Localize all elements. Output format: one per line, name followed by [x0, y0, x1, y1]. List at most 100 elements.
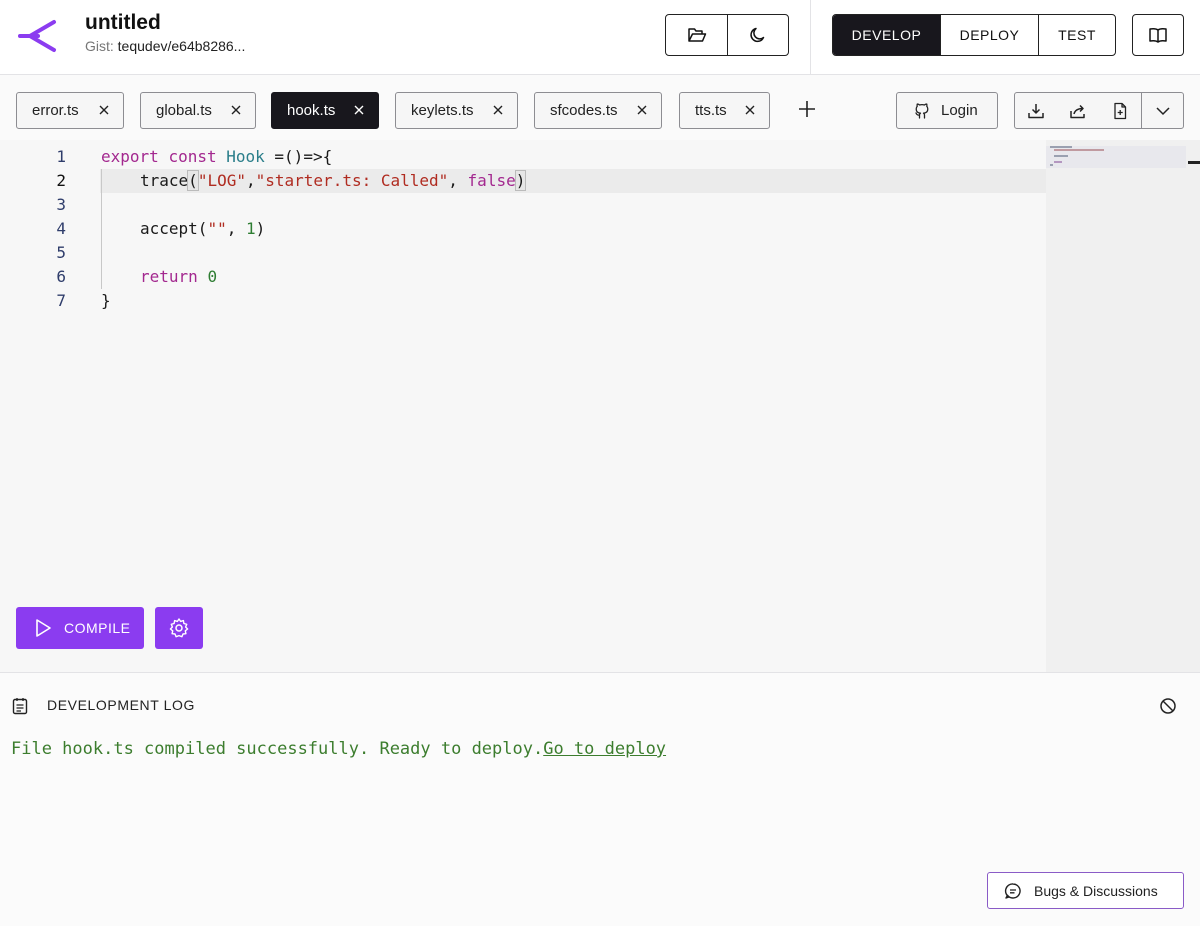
share-icon — [1070, 104, 1085, 118]
tab-tts-ts[interactable]: tts.ts — [679, 92, 770, 129]
docs-button[interactable] — [1132, 14, 1184, 56]
tab-label: hook.ts — [287, 102, 336, 119]
tab-label: tts.ts — [695, 102, 727, 119]
code-bracket: ( — [187, 170, 199, 191]
bugs-label: Bugs & Discussions — [1034, 882, 1158, 899]
file-actions-group — [1014, 92, 1184, 129]
tab-sfcodes-ts[interactable]: sfcodes.ts — [534, 92, 662, 129]
header-divider — [810, 0, 811, 75]
chevron-down-icon — [1155, 106, 1170, 115]
code-number: 1 — [245, 219, 256, 238]
log-message-text: File hook.ts compiled successfully. Read… — [11, 739, 544, 759]
download-button[interactable] — [1015, 93, 1057, 128]
code-text: , — [448, 171, 468, 190]
book-icon — [1149, 27, 1167, 43]
code-line-2: trace("LOG","starter.ts: Called", false) — [140, 169, 527, 193]
code-function: trace — [140, 171, 189, 190]
close-icon[interactable] — [229, 103, 243, 117]
code-editor[interactable]: 1 2 3 4 5 6 7 export const Hook =()=>{ t… — [0, 140, 1046, 672]
folder-open-icon — [687, 28, 706, 42]
code-bracket: ) — [514, 170, 527, 191]
code-text: , — [245, 171, 256, 190]
close-icon[interactable] — [352, 103, 366, 117]
app-logo-icon[interactable] — [18, 18, 58, 54]
mode-test[interactable]: TEST — [1038, 15, 1115, 55]
code-line-4: accept("", 1) — [140, 217, 265, 241]
clear-log-icon[interactable] — [1159, 697, 1177, 715]
tab-hook-ts[interactable]: hook.ts — [271, 92, 379, 129]
mode-switcher: DEVELOP DEPLOY TEST — [832, 14, 1116, 56]
gist-label: Gist: — [85, 38, 114, 54]
compile-settings-button[interactable] — [155, 607, 203, 649]
code-keyword: export — [101, 147, 159, 166]
download-icon — [1028, 103, 1044, 118]
code-function: accept( — [140, 219, 208, 238]
minimap-line — [1054, 149, 1104, 151]
code-line-1: export const Hook =()=>{ — [101, 145, 332, 169]
compile-button[interactable]: COMPILE — [16, 607, 144, 649]
play-icon — [36, 619, 51, 637]
line-number: 4 — [56, 219, 66, 238]
close-icon[interactable] — [635, 103, 649, 117]
line-number: 6 — [56, 267, 66, 286]
mode-deploy[interactable]: DEPLOY — [940, 15, 1038, 55]
go-to-deploy-link[interactable]: Go to deploy — [543, 739, 666, 759]
line-number: 1 — [56, 147, 66, 166]
tab-label: keylets.ts — [411, 102, 474, 119]
code-line-6: return 0 — [140, 265, 217, 289]
line-number: 5 — [56, 243, 66, 262]
close-icon[interactable] — [97, 103, 111, 117]
share-button[interactable] — [1057, 93, 1099, 128]
login-label: Login — [941, 102, 978, 119]
close-icon[interactable] — [743, 103, 757, 117]
tab-label: error.ts — [32, 102, 79, 119]
code-string: "LOG" — [197, 171, 246, 190]
tab-global-ts[interactable]: global.ts — [140, 92, 256, 129]
add-tab-icon[interactable] — [796, 98, 818, 120]
line-number: 3 — [56, 195, 66, 214]
code-number: 0 — [207, 267, 218, 286]
code-keyword: return — [140, 267, 198, 286]
code-string: "starter.ts: Called" — [255, 171, 449, 190]
github-icon — [915, 102, 929, 119]
open-folder-button[interactable] — [666, 15, 727, 55]
gist-info: Gist: tequdev/e64b8286... — [85, 38, 245, 54]
code-boolean: false — [467, 171, 516, 190]
minimap-line — [1054, 161, 1062, 163]
close-icon[interactable] — [491, 103, 505, 117]
new-file-button[interactable] — [1099, 93, 1141, 128]
compile-label: COMPILE — [64, 620, 131, 636]
new-file-icon — [1114, 102, 1127, 119]
moon-icon — [750, 27, 765, 43]
tab-label: sfcodes.ts — [550, 102, 618, 119]
header-icon-group — [665, 14, 789, 56]
tab-label: global.ts — [156, 102, 212, 119]
gist-link[interactable]: tequdev/e64b8286... — [118, 38, 246, 54]
clipboard-icon — [12, 698, 28, 715]
project-title: untitled — [85, 11, 161, 34]
code-identifier: Hook — [226, 147, 265, 166]
line-number: 2 — [56, 171, 66, 190]
code-text: =()=>{ — [264, 147, 333, 166]
login-button[interactable]: Login — [896, 92, 998, 129]
code-text: , — [226, 219, 246, 238]
editor-minimap[interactable] — [1046, 140, 1200, 672]
gear-icon — [169, 618, 189, 638]
mode-develop[interactable]: DEVELOP — [833, 15, 940, 55]
tab-error-ts[interactable]: error.ts — [16, 92, 124, 129]
code-keyword: const — [168, 147, 217, 166]
bugs-discussions-button[interactable]: Bugs & Discussions — [987, 872, 1184, 909]
code-string: "" — [207, 219, 227, 238]
code-line-7: } — [101, 291, 111, 310]
minimap-line — [1050, 146, 1072, 148]
chat-bubble-icon — [1004, 882, 1021, 899]
tab-keylets-ts[interactable]: keylets.ts — [395, 92, 518, 129]
minimap-line — [1054, 155, 1068, 157]
theme-toggle-button[interactable] — [727, 15, 788, 55]
minimap-line — [1050, 164, 1053, 166]
code-text: ) — [255, 219, 266, 238]
app-header: untitled Gist: tequdev/e64b8286... DEVEL… — [0, 0, 1200, 75]
file-menu-dropdown[interactable] — [1141, 93, 1183, 128]
editor-scrollbar[interactable] — [1188, 161, 1200, 164]
line-number: 7 — [56, 291, 66, 310]
